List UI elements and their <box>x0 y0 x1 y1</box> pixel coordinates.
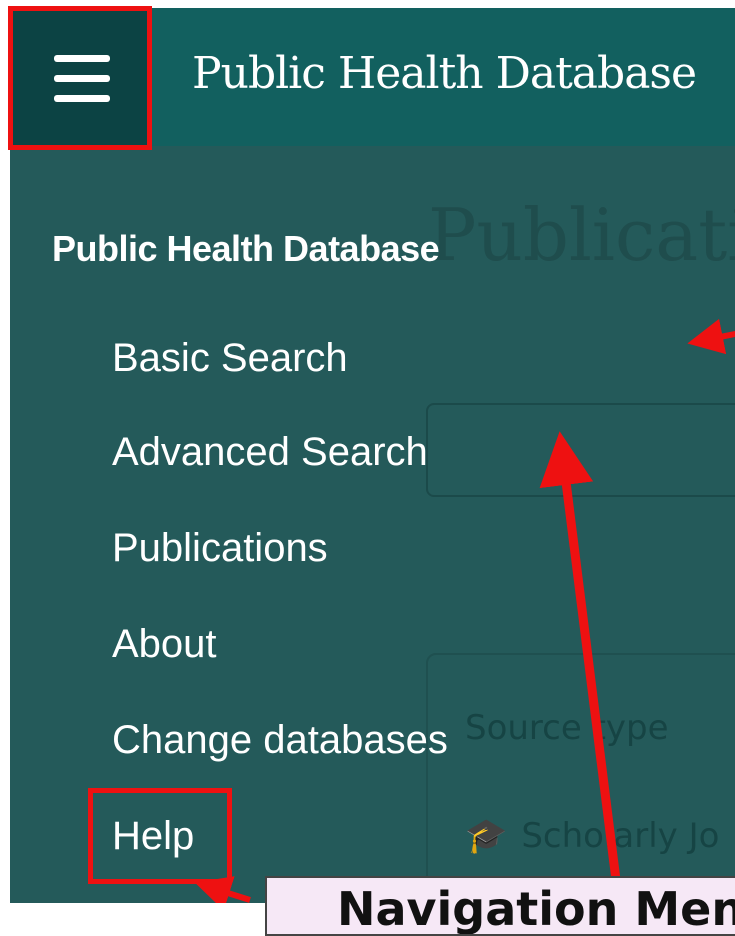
arrow-to-help <box>194 876 251 903</box>
annotation-callout: Navigation Menu <box>265 876 735 936</box>
annotation-arrows <box>194 318 735 903</box>
arrow-to-title <box>687 318 735 355</box>
arrow-to-search <box>539 431 621 881</box>
